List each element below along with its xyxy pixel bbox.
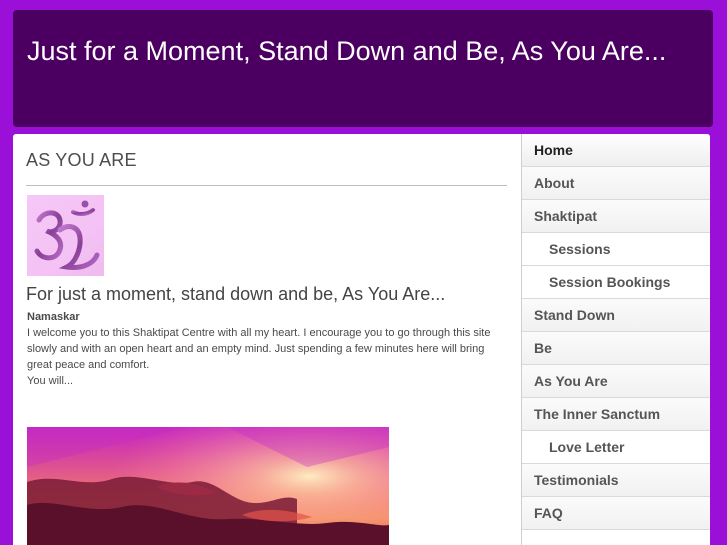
om-symbol-image <box>27 195 104 276</box>
section-title: AS YOU ARE <box>26 150 137 170</box>
nav-item-session-bookings[interactable]: Session Bookings <box>522 266 710 299</box>
welcome-heading: For just a moment, stand down and be, As… <box>26 284 446 304</box>
nav-item-be[interactable]: Be <box>522 332 710 365</box>
site-header: Just for a Moment, Stand Down and Be, As… <box>13 10 713 127</box>
divider <box>26 185 507 186</box>
nav-item-shaktipat[interactable]: Shaktipat <box>522 200 710 233</box>
greeting-text: Namaskar <box>27 311 80 323</box>
om-icon <box>34 200 100 270</box>
sunset-picture <box>27 427 389 545</box>
closing-text: You will... <box>27 375 74 387</box>
nav-item-testimonials[interactable]: Testimonials <box>522 464 710 497</box>
page: Just for a Moment, Stand Down and Be, As… <box>0 0 727 545</box>
sunset-image <box>27 427 389 545</box>
intro-paragraph: I welcome you to this Shaktipat Centre w… <box>27 327 491 371</box>
nav-item-inner-sanctum[interactable]: The Inner Sanctum <box>522 398 710 431</box>
nav-item-as-you-are[interactable]: As You Are <box>522 365 710 398</box>
main-content: AS YOU ARE For just a moment, stand down… <box>13 134 521 545</box>
nav-item-home[interactable]: Home <box>522 134 710 167</box>
nav-item-sessions[interactable]: Sessions <box>522 233 710 266</box>
nav-item-about[interactable]: About <box>522 167 710 200</box>
nav-item-stand-down[interactable]: Stand Down <box>522 299 710 332</box>
site-title[interactable]: Just for a Moment, Stand Down and Be, As… <box>27 32 699 70</box>
nav-item-love-letter[interactable]: Love Letter <box>522 431 710 464</box>
welcome-text: Namaskar I welcome you to this Shaktipat… <box>27 309 507 389</box>
sidebar-nav: Home About Shaktipat Sessions Session Bo… <box>521 134 710 545</box>
nav-item-faq[interactable]: FAQ <box>522 497 710 530</box>
